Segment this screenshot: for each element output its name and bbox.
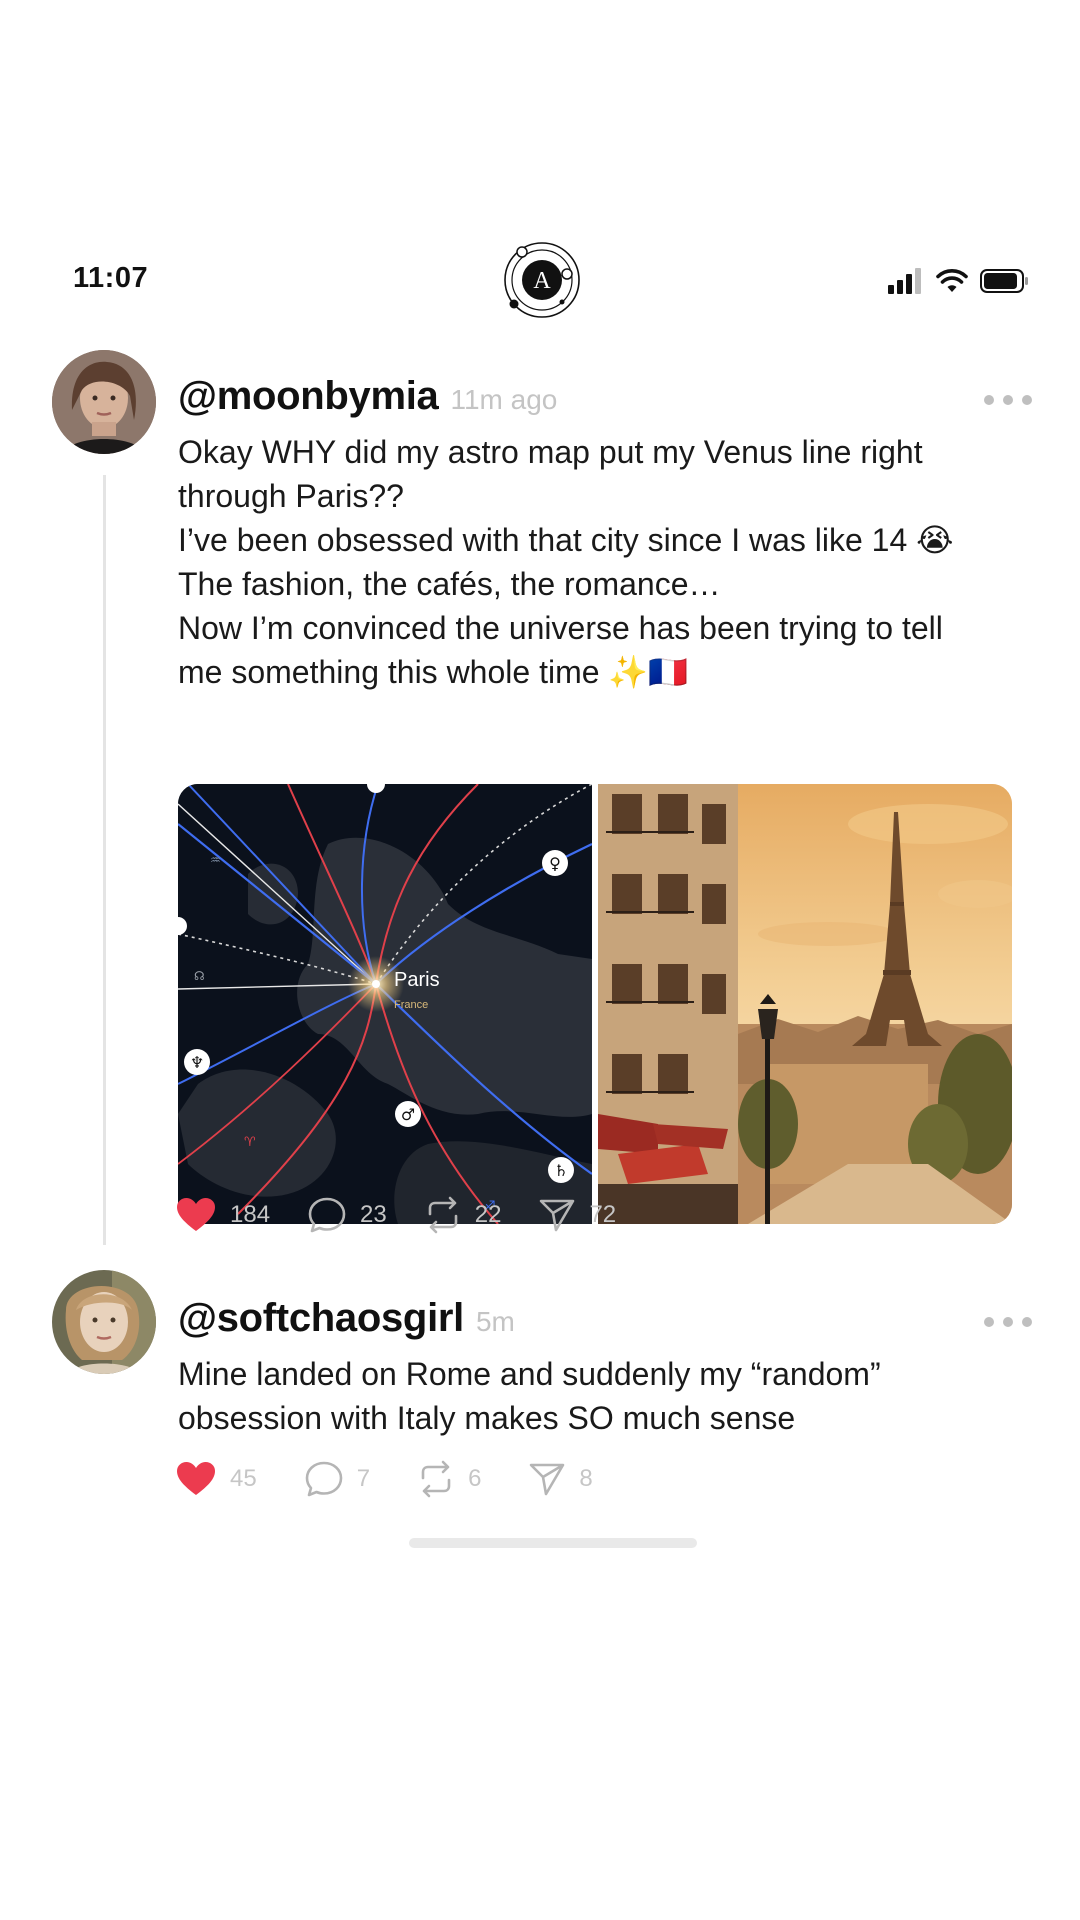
repost-icon [421,1460,451,1498]
post-softchaosgirl[interactable]: @softchaosgirl 5m Mine landed on Rome and… [0,1270,1080,1510]
post-line: I’ve been obsessed with that city since … [178,522,954,558]
comment-button[interactable]: 7 [305,1461,370,1497]
repost-count: 22 [474,1201,502,1228]
repost-button[interactable]: 22 [425,1196,502,1234]
status-bar: 11:07 A [0,240,1080,320]
post-line: me something this whole time ✨🇫🇷 [178,654,689,690]
repost-button[interactable]: 6 [418,1460,481,1498]
comment-icon [308,1197,346,1233]
comment-button[interactable]: 23 [308,1197,387,1233]
heart-icon [177,1198,215,1231]
handle-text[interactable]: @moonbymia [178,374,439,418]
post-line: through Paris?? [178,478,404,514]
app-logo[interactable]: A [502,240,582,320]
svg-text:♒: ♒ [210,853,221,867]
handle-text[interactable]: @softchaosgirl [178,1296,464,1340]
repost-count: 6 [468,1465,482,1492]
post-line: Now I’m convinced the universe has been … [178,610,943,646]
heart-icon [177,1462,215,1495]
svg-text:♀: ♀ [549,854,561,873]
share-button[interactable]: 72 [539,1197,616,1233]
share-button[interactable]: 8 [529,1461,593,1497]
svg-text:☊: ☊ [194,969,205,983]
dot [1022,395,1032,405]
comment-count: 7 [356,1465,371,1492]
mars-symbol-icon: ♂ [395,1101,421,1127]
paris-photo-image[interactable] [598,784,1012,1224]
post-time: 5m [475,1306,515,1337]
like-count: 45 [230,1465,257,1492]
comment-count: 23 [360,1201,387,1228]
like-button[interactable]: 184 [176,1197,270,1233]
post-line: The fashion, the cafés, the romance… [178,566,721,602]
wifi-icon [936,269,968,292]
svg-text:♂: ♂ [401,1105,415,1124]
share-count: 8 [579,1465,593,1492]
logo-letter: A [533,268,551,294]
dot [1022,1317,1032,1327]
comment-icon [305,1461,343,1497]
thread-line [103,475,106,1245]
post-time: 11m ago [450,384,558,415]
post-media[interactable]: Paris France ♀ ♆ ♂ ♄ ♒ ☊ ♈ ♐ [178,784,1012,1224]
post-body: Okay WHY did my astro map put my Venus l… [178,430,1008,694]
dot [1003,1317,1013,1327]
post-actions: 184 23 22 72 [176,1196,654,1234]
battery-icon [980,269,1028,293]
send-icon [530,1463,565,1496]
like-count: 184 [230,1201,271,1228]
author-handle[interactable]: @moonbymia 11m ago [178,374,557,419]
map-graphic: Paris France ♀ ♆ ♂ ♄ ♒ ☊ ♈ ♐ [178,784,593,1224]
neptune-symbol-icon: ♆ [184,1049,210,1075]
svg-text:♄: ♄ [554,1161,568,1180]
send-icon [540,1199,575,1232]
screen: 11:07 A @moonbymia 11m ago Okay WHY did … [0,0,1080,1920]
svg-text:♈: ♈ [244,1135,256,1150]
post-body: Mine landed on Rome and suddenly my “ran… [178,1352,1008,1440]
repost-icon [428,1196,458,1234]
paris-photo-graphic [598,784,1012,1224]
post-actions: 45 7 6 8 [176,1460,631,1498]
post-moonbymia[interactable]: @moonbymia 11m ago Okay WHY did my astro … [0,350,1080,1250]
signal-icon [888,268,921,294]
dot [1003,395,1013,405]
share-count: 72 [589,1201,617,1228]
map-country-label: France [394,999,428,1011]
like-button[interactable]: 45 [176,1461,257,1497]
more-options-button[interactable] [984,1310,1032,1334]
astro-logo-icon: A [504,242,580,318]
saturn-symbol-icon: ♄ [548,1157,574,1183]
post-line: obsession with Italy makes SO much sense [178,1400,796,1436]
status-time: 11:07 [73,262,149,294]
svg-text:♆: ♆ [190,1053,204,1072]
avatar[interactable] [52,1270,156,1374]
home-indicator[interactable] [409,1538,697,1548]
post-line: Okay WHY did my astro map put my Venus l… [178,434,923,470]
avatar[interactable] [52,350,156,454]
post-line: Mine landed on Rome and suddenly my “ran… [178,1356,881,1392]
more-options-button[interactable] [984,388,1032,412]
dot [984,1317,994,1327]
status-icons [888,266,1030,296]
venus-symbol-icon: ♀ [542,850,568,876]
map-city-label: Paris [394,969,440,991]
avatar-photo [52,350,156,454]
author-handle[interactable]: @softchaosgirl 5m [178,1296,515,1341]
dot [984,395,994,405]
astro-map-image[interactable]: Paris France ♀ ♆ ♂ ♄ ♒ ☊ ♈ ♐ [178,784,593,1224]
avatar-photo [52,1270,156,1374]
